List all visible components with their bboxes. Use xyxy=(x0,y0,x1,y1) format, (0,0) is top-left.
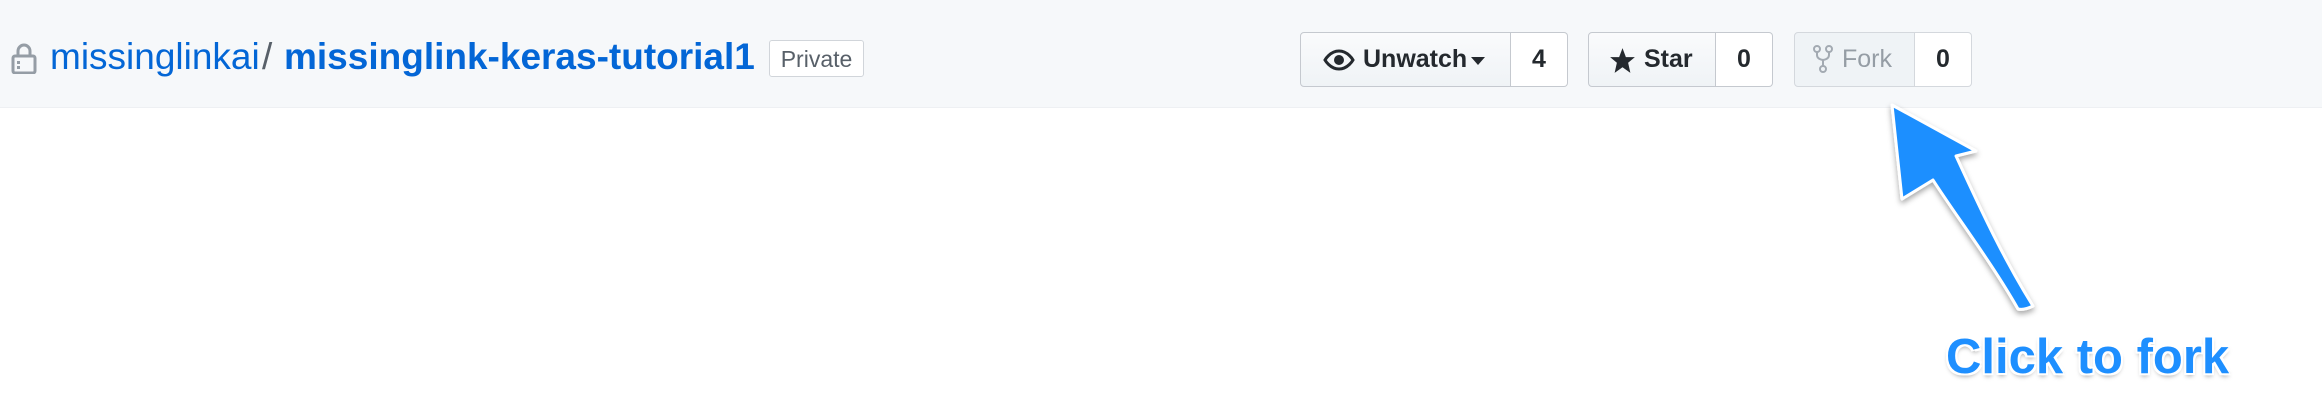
fork-button[interactable]: Fork xyxy=(1794,32,1915,87)
private-label: Private xyxy=(769,40,864,77)
star-button[interactable]: Star xyxy=(1588,32,1716,87)
annotation-text: Click to fork xyxy=(1946,330,2230,384)
watchers-count[interactable]: 4 xyxy=(1511,32,1568,87)
forks-count[interactable]: 0 xyxy=(1915,32,1972,87)
path-separator: / xyxy=(262,36,273,77)
eye-icon xyxy=(1323,49,1355,71)
unwatch-label: Unwatch xyxy=(1363,45,1468,73)
annotation-arrow-icon xyxy=(1890,103,2035,311)
stargazers-count[interactable]: 0 xyxy=(1716,32,1773,87)
star-label: Star xyxy=(1644,45,1693,73)
repo-owner-link[interactable]: missinglinkai xyxy=(50,35,260,79)
repo-header: missinglinkai / missinglink-keras-tutori… xyxy=(0,0,2322,108)
page: missinglinkai / missinglink-keras-tutori… xyxy=(0,0,2322,400)
repo-forked-icon xyxy=(1813,45,1833,73)
caret-down-icon xyxy=(1471,57,1485,65)
fork-label: Fork xyxy=(1842,45,1892,73)
unwatch-button[interactable]: Unwatch xyxy=(1300,32,1511,87)
lock-icon xyxy=(11,43,37,74)
repo-name-link[interactable]: missinglink-keras-tutorial1 xyxy=(284,35,755,79)
star-icon xyxy=(1610,48,1635,73)
